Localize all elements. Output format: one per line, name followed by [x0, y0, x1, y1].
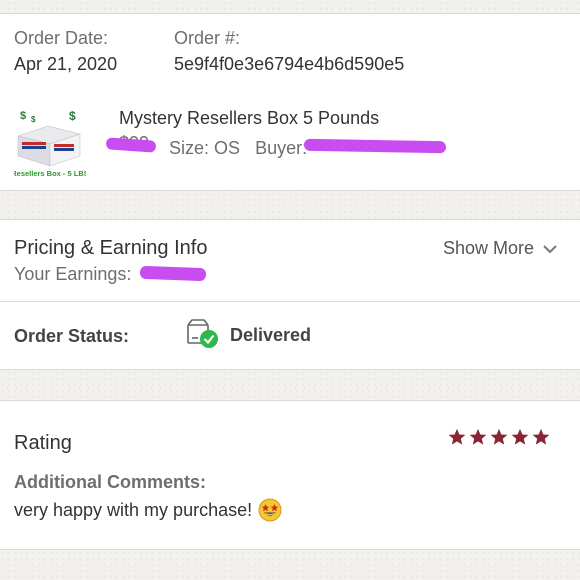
order-date-value: Apr 21, 2020 — [14, 54, 118, 74]
star-rating — [448, 428, 550, 446]
rating-title: Rating — [14, 432, 72, 454]
section-gap-1 — [0, 191, 580, 219]
divider — [0, 190, 580, 191]
item-title[interactable]: Mystery Resellers Box 5 Pounds — [119, 108, 379, 129]
divider — [0, 400, 580, 401]
pricing-title: Pricing & Earning Info — [14, 237, 208, 259]
item-thumbnail[interactable]: $ $ $ Resellers Box - 5 LBS — [11, 106, 89, 178]
item-size: Size: OS — [169, 138, 241, 158]
divider — [0, 219, 580, 220]
star-icon — [511, 428, 529, 445]
star-icon — [532, 428, 550, 445]
comments-row: very happy with my purchase! — [14, 498, 282, 522]
order-date-label: Order Date: — [14, 28, 109, 48]
star-struck-emoji-icon — [258, 498, 282, 522]
divider — [0, 13, 580, 14]
earnings-label: Your Earnings: — [14, 264, 132, 284]
section-gap-2 — [0, 370, 580, 400]
dollar-sign: $ — [20, 110, 26, 122]
comments-value: very happy with my purchase! — [14, 499, 253, 520]
chevron-down-icon — [543, 244, 557, 253]
bottom-gap — [0, 550, 580, 580]
comments-label: Additional Comments: — [14, 472, 206, 492]
top-gap — [0, 0, 580, 13]
box-image: $ $ $ Resellers Box - 5 LBS — [11, 109, 89, 178]
order-status-label: Order Status: — [14, 326, 130, 346]
order-number-label: Order #: — [174, 28, 241, 48]
show-more-label: Show More — [442, 238, 534, 258]
order-status-value: Delivered — [230, 325, 312, 345]
delivered-box-icon — [187, 319, 218, 348]
earnings-redaction — [139, 265, 207, 282]
buyer-label: Buyer: — [255, 138, 308, 158]
star-icon — [448, 428, 466, 445]
divider — [0, 549, 580, 550]
buyer-redaction — [303, 138, 447, 154]
divider — [0, 369, 580, 370]
thumbnail-caption: Resellers Box - 5 LBS — [14, 169, 86, 178]
dollar-sign: $ — [31, 115, 36, 124]
order-number-value[interactable]: 5e9f4f0e3e6794e4b6d590e5 — [174, 54, 404, 75]
star-icon — [469, 428, 487, 445]
divider — [0, 301, 580, 302]
dollar-sign: $ — [69, 109, 76, 123]
star-icon — [490, 428, 508, 445]
show-more-button[interactable]: Show More — [443, 238, 558, 259]
